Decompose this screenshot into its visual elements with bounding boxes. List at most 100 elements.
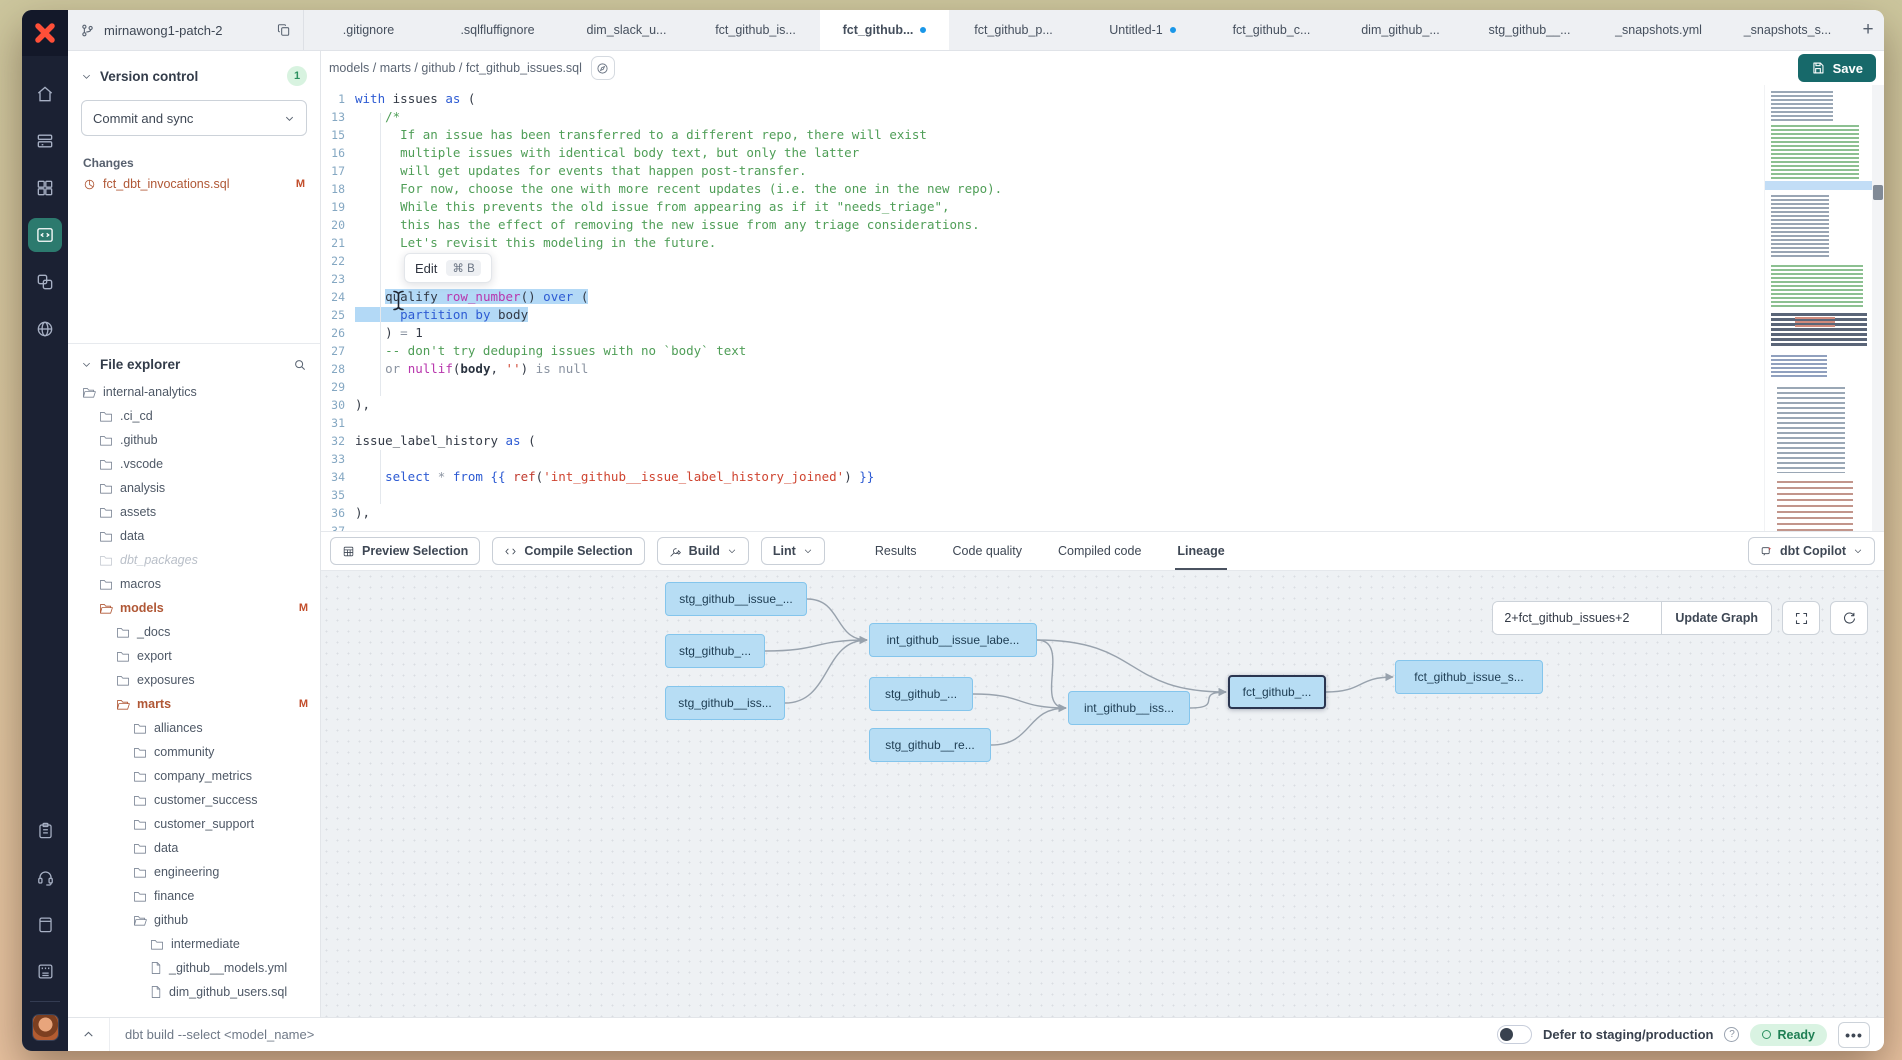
tab-fct-github-p[interactable]: fct_github_p... [949,10,1078,50]
command-input[interactable]: dbt build --select <model_name> [125,1027,314,1042]
tree-item-vscode[interactable]: .vscode [68,452,320,476]
tree-item-github[interactable]: github [68,908,320,932]
defer-toggle[interactable] [1497,1025,1532,1044]
new-tab-button[interactable]: + [1852,10,1884,50]
tree-item-data[interactable]: data [68,836,320,860]
clipboard-icon[interactable] [28,814,62,848]
tree-item-customer-success[interactable]: customer_success [68,788,320,812]
branch-selector[interactable]: mirnawong1-patch-2 [68,10,304,50]
tree-item-engineering[interactable]: engineering [68,860,320,884]
book-icon[interactable] [28,908,62,942]
tab-fct-github-c[interactable]: fct_github_c... [1207,10,1336,50]
open-docs-compass-button[interactable] [591,56,615,80]
card-icon[interactable] [28,955,62,989]
user-avatar[interactable] [32,1014,59,1041]
tree-item-customer-support[interactable]: customer_support [68,812,320,836]
edit-tooltip[interactable]: Edit ⌘ B [404,253,492,283]
result-tab-code-quality[interactable]: Code quality [953,532,1023,570]
tree-item-finance[interactable]: finance [68,884,320,908]
globe-icon[interactable] [28,312,62,346]
editor-scrollbar[interactable] [1872,85,1884,531]
save-button[interactable]: Save [1798,54,1876,82]
tab-snapshots-s[interactable]: _snapshots_s... [1723,10,1852,50]
tree-item-company-metrics[interactable]: company_metrics [68,764,320,788]
search-icon[interactable] [293,358,307,372]
update-graph-button[interactable]: Update Graph [1661,602,1771,634]
compare-icon[interactable] [28,265,62,299]
refresh-button[interactable] [1830,601,1868,635]
tab-fct-github[interactable]: fct_github... [820,10,949,50]
code-ide-icon[interactable] [28,218,62,252]
tree-item-assets[interactable]: assets [68,500,320,524]
fullscreen-button[interactable] [1782,601,1820,635]
tab-fct-github-is[interactable]: fct_github_is... [691,10,820,50]
code-line-27: 27 -- don't try deduping issues with no … [321,342,1884,360]
tab-sqlfluffignore[interactable]: .sqlfluffignore [433,10,562,50]
compile-selection-button[interactable]: Compile Selection [492,537,644,565]
file-explorer-header[interactable]: File explorer [68,344,320,380]
dbt-copilot-button[interactable]: dbt Copilot [1748,537,1875,565]
lineage-node-int-github-issue-labe[interactable]: int_github__issue_labe... [869,623,1037,657]
lineage-selector-input[interactable] [1493,602,1661,634]
copy-branch-icon[interactable] [277,23,291,37]
tree-item-docs[interactable]: _docs [68,620,320,644]
lineage-node-selected-fct-github[interactable]: fct_github_... [1228,675,1326,709]
tab-snapshots-yml[interactable]: _snapshots.yml [1594,10,1723,50]
home-icon[interactable] [28,77,62,111]
commit-and-sync-button[interactable]: Commit and sync [81,100,307,136]
expand-terminal-button[interactable] [68,1018,110,1051]
version-control-header[interactable]: Version control 1 [68,51,320,96]
tree-item-export[interactable]: export [68,644,320,668]
tree-item-ci-cd[interactable]: .ci_cd [68,404,320,428]
code-editor[interactable]: 1with issues as (13 /*15 If an issue has… [321,85,1884,531]
result-tab-results[interactable]: Results [875,532,917,570]
tab-untitled-1[interactable]: Untitled-1 [1078,10,1207,50]
lineage-node-stg-github[interactable]: stg_github_... [665,634,765,668]
scrollbar-thumb[interactable] [1873,185,1883,200]
status-badge[interactable]: Ready [1750,1024,1827,1046]
lint-button[interactable]: Lint [761,537,825,565]
minimap[interactable] [1764,85,1872,531]
tree-item-github-models-yml[interactable]: _github__models.yml [68,956,320,980]
tree-item-dim-github-users-sql[interactable]: dim_github_users.sql [68,980,320,1004]
preview-selection-button[interactable]: Preview Selection [330,537,480,565]
tab-stg-github[interactable]: stg_github__... [1465,10,1594,50]
tree-item-exposures[interactable]: exposures [68,668,320,692]
chevron-down-icon [803,546,813,556]
lineage-node-stg-github[interactable]: stg_github_... [869,677,973,711]
tree-item-community[interactable]: community [68,740,320,764]
tab-gitignore[interactable]: .gitignore [304,10,433,50]
lineage-node-stg-github-issue[interactable]: stg_github__issue_... [665,582,807,616]
lineage-node-stg-github-iss[interactable]: stg_github__iss... [665,686,785,720]
lineage-node-int-github-iss[interactable]: int_github__iss... [1068,691,1190,725]
tree-item-internal-analytics[interactable]: internal-analytics [68,380,320,404]
tree-item-analysis[interactable]: analysis [68,476,320,500]
tab-dim-slack-u[interactable]: dim_slack_u... [562,10,691,50]
changed-file-row[interactable]: fct_dbt_invocations.sql M [68,174,320,194]
tree-item-alliances[interactable]: alliances [68,716,320,740]
build-button[interactable]: Build [657,537,749,565]
code-line-20: 20 this has the effect of removing the n… [321,216,1884,234]
tree-item-marts[interactable]: martsM [68,692,320,716]
tree-item-intermediate[interactable]: intermediate [68,932,320,956]
help-icon[interactable]: ? [1724,1027,1739,1042]
stack-icon[interactable] [28,124,62,158]
tree-item-macros[interactable]: macros [68,572,320,596]
overflow-menu-button[interactable]: ••• [1838,1022,1870,1048]
result-tab-compiled-code[interactable]: Compiled code [1058,532,1141,570]
tree-item-models[interactable]: modelsM [68,596,320,620]
lineage-node-stg-github-re[interactable]: stg_github__re... [869,728,991,762]
headset-icon[interactable] [28,861,62,895]
dbt-logo-icon[interactable] [22,10,68,56]
editor-pane: models / marts / github / fct_github_iss… [321,51,1884,1017]
tree-item-data[interactable]: data [68,524,320,548]
tree-item-github[interactable]: .github [68,428,320,452]
lineage-node-fct-github-issue-s[interactable]: fct_github_issue_s... [1395,660,1543,694]
code-icon [504,545,517,558]
result-tab-lineage[interactable]: Lineage [1177,532,1224,570]
tab-dim-github[interactable]: dim_github_... [1336,10,1465,50]
line-number: 17 [321,162,345,180]
tree-item-dbt-packages[interactable]: dbt_packages [68,548,320,572]
grid-icon[interactable] [28,171,62,205]
line-number: 37 [321,522,345,531]
